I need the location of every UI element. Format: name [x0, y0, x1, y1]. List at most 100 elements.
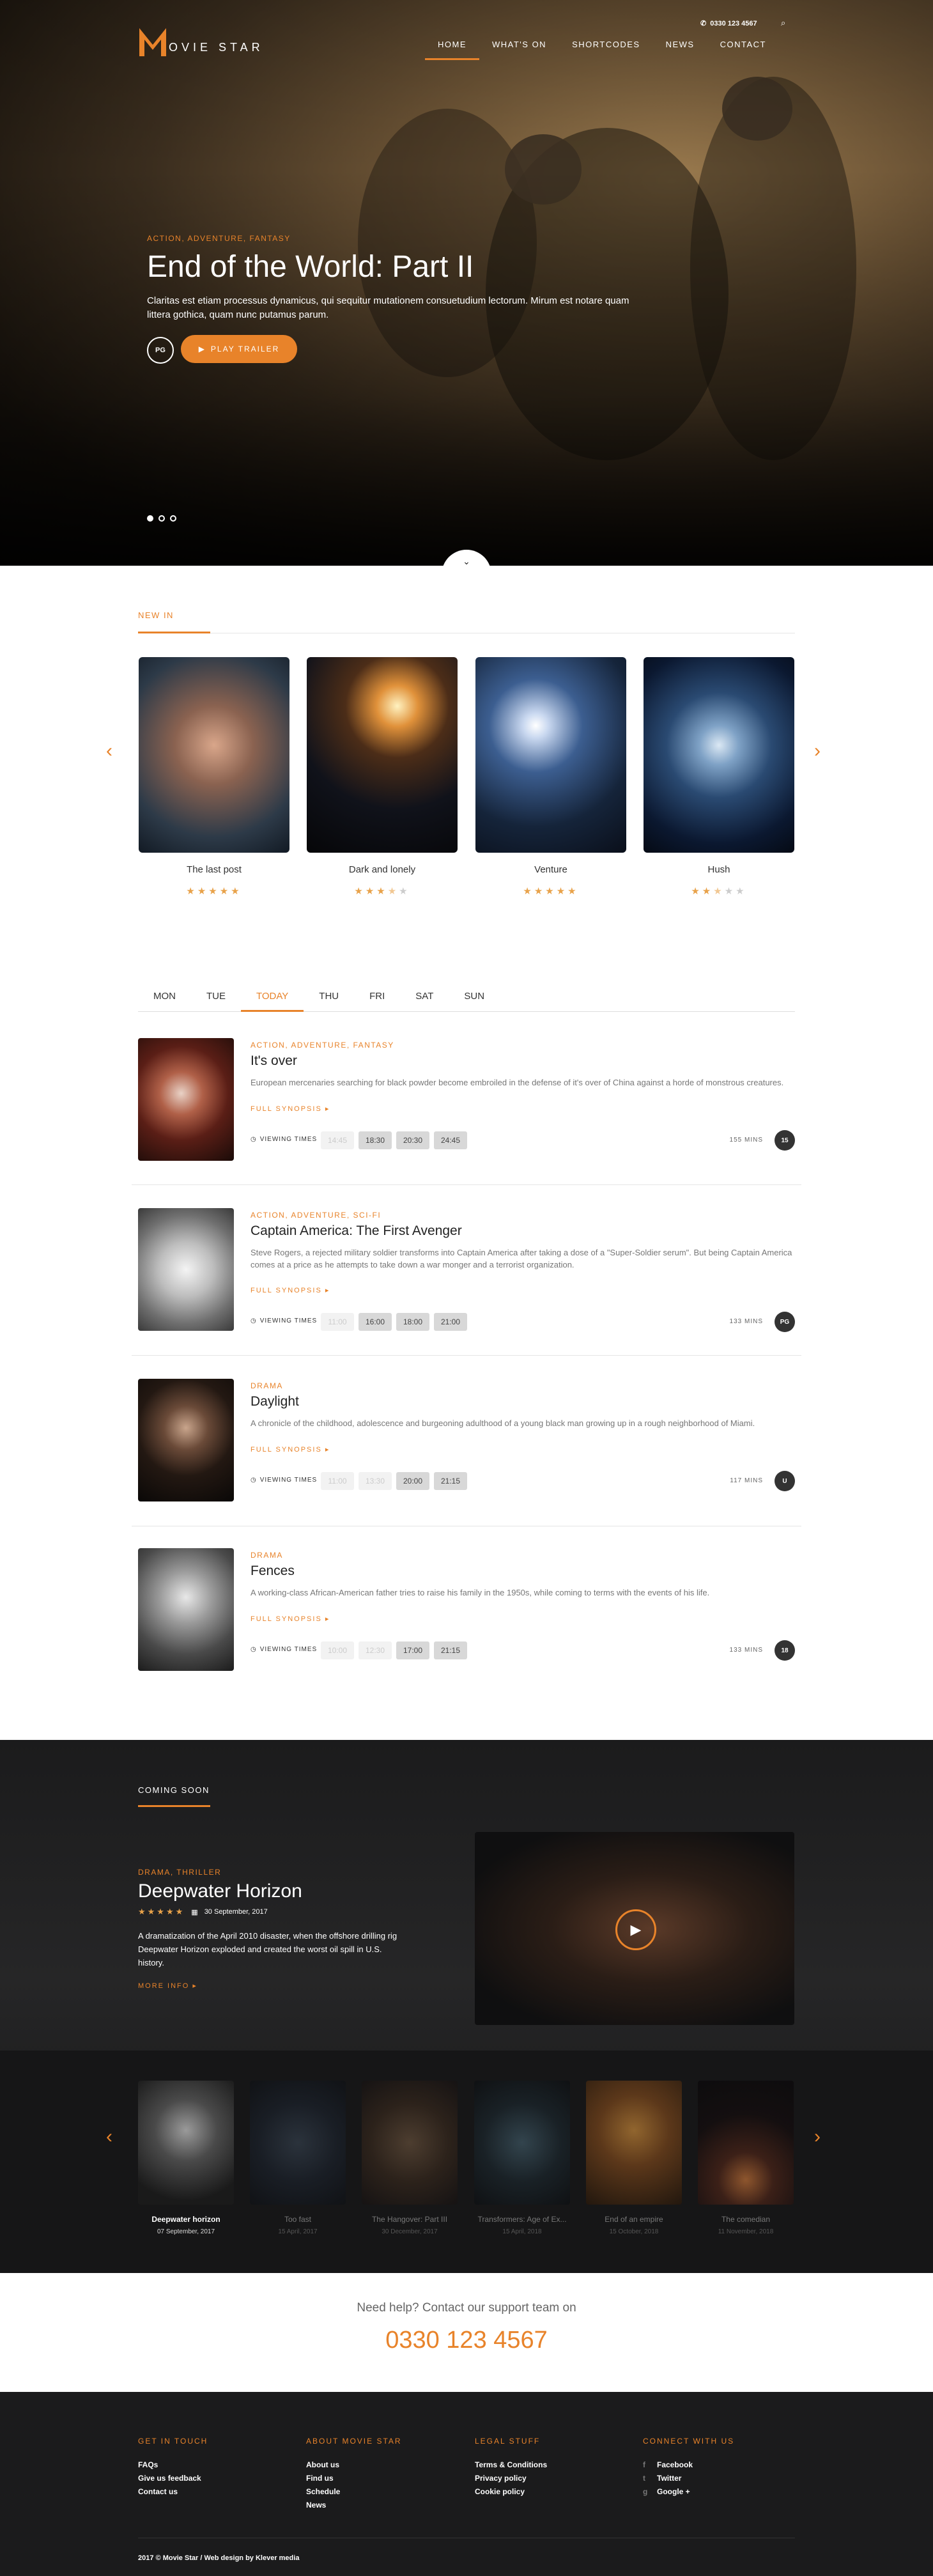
nav-news[interactable]: NEWS [653, 40, 707, 59]
showtime-button[interactable]: 18:00 [396, 1313, 429, 1331]
movie-description: A chronicle of the childhood, adolescenc… [251, 1418, 755, 1428]
header-phone[interactable]: ✆ 0330 123 4567 [700, 19, 757, 28]
movie-poster[interactable] [698, 2081, 794, 2205]
tab-sun[interactable]: SUN [449, 984, 500, 1011]
logo-text: ovie star [169, 41, 264, 54]
more-info-link[interactable]: MORE INFO ▸ [138, 1982, 197, 1990]
movie-poster[interactable] [138, 2081, 234, 2205]
clock-icon: ◷ [251, 1477, 257, 1484]
movie-poster[interactable] [307, 657, 458, 853]
slider-dot[interactable] [158, 515, 165, 522]
play-trailer-button[interactable]: ▶ PLAY TRAILER [181, 335, 297, 363]
showtime-button[interactable]: 18:30 [359, 1131, 392, 1149]
showtime-button[interactable]: 21:15 [434, 1641, 467, 1659]
movie-title[interactable]: Transformers: Age of Ex... [474, 2215, 570, 2224]
movie-title[interactable]: Captain America: The First Avenger [251, 1223, 462, 1239]
chevron-left-icon[interactable]: ‹ [106, 740, 112, 762]
footer-heading: LEGAL STUFF [475, 2437, 541, 2446]
showtime-button[interactable]: 16:00 [359, 1313, 392, 1331]
nav-home[interactable]: HOME [425, 40, 479, 60]
movie-description: European mercenaries searching for black… [251, 1078, 784, 1087]
chevron-right-icon[interactable]: › [814, 2126, 821, 2148]
movie-title[interactable]: Deepwater horizon [138, 2215, 234, 2224]
slider-dot[interactable] [147, 515, 153, 522]
chevron-right-icon[interactable]: › [814, 740, 821, 762]
movie-title[interactable]: Daylight [251, 1394, 299, 1409]
movie-poster[interactable] [362, 2081, 458, 2205]
showtime-button[interactable]: 21:15 [434, 1472, 467, 1490]
footer-link-cookies[interactable]: Cookie policy [475, 2485, 547, 2499]
runtime: 133 MINS [729, 1647, 763, 1654]
movie-poster[interactable] [475, 657, 626, 853]
featured-description: A dramatization of the April 2010 disast… [138, 1931, 397, 1967]
movie-title[interactable]: The Hangover: Part III [362, 2215, 458, 2224]
movie-title[interactable]: The comedian [698, 2215, 794, 2224]
tab-tue[interactable]: TUE [191, 984, 241, 1011]
footer-link-google-plus[interactable]: g Google + [643, 2485, 693, 2499]
movie-title[interactable]: Too fast [250, 2215, 346, 2224]
footer-link-about[interactable]: About us [306, 2458, 340, 2472]
movie-title[interactable]: End of an empire [586, 2215, 682, 2224]
nav-contact[interactable]: CONTACT [707, 40, 779, 59]
star-rating: ★★★★★ [186, 886, 242, 897]
nav-whats-on[interactable]: WHAT'S ON [479, 40, 559, 59]
footer-link-facebook[interactable]: f Facebook [643, 2458, 693, 2472]
movie-thumbnail[interactable] [138, 1208, 234, 1331]
movie-poster[interactable] [644, 657, 794, 853]
release-date: 07 September, 2017 [157, 2228, 215, 2235]
full-synopsis-link[interactable]: FULL SYNOPSIS ▸ [251, 1105, 330, 1113]
clock-icon: ◷ [251, 1317, 257, 1324]
movie-poster[interactable] [474, 2081, 570, 2205]
movie-poster[interactable] [586, 2081, 682, 2205]
tab-fri[interactable]: FRI [354, 984, 400, 1011]
play-icon[interactable]: ▶ [615, 1909, 656, 1950]
trailer-video[interactable]: ▶ [475, 1832, 794, 2025]
movie-title[interactable]: Hush [644, 864, 794, 875]
footer-link-twitter[interactable]: t Twitter [643, 2472, 693, 2485]
footer-link-schedule[interactable]: Schedule [306, 2485, 340, 2499]
tab-thu[interactable]: THU [304, 984, 354, 1011]
footer-link-feedback[interactable]: Give us feedback [138, 2472, 201, 2485]
footer-link-news[interactable]: News [306, 2499, 340, 2512]
footer-link-find-us[interactable]: Find us [306, 2472, 340, 2485]
footer-link-faqs[interactable]: FAQs [138, 2458, 201, 2472]
movie-poster[interactable] [250, 2081, 346, 2205]
showtime-button[interactable]: 20:30 [396, 1131, 429, 1149]
movie-title[interactable]: Fences [251, 1563, 295, 1579]
showtime-button[interactable]: 17:00 [396, 1641, 429, 1659]
tab-today[interactable]: TODAY [241, 984, 304, 1012]
showtime-button[interactable]: 24:45 [434, 1131, 467, 1149]
footer-link-contact[interactable]: Contact us [138, 2485, 201, 2499]
search-icon[interactable]: ⌕ [781, 18, 785, 28]
movie-title[interactable]: Dark and lonely [307, 864, 458, 875]
movie-title[interactable]: It's over [251, 1053, 297, 1069]
footer-link-terms[interactable]: Terms & Conditions [475, 2458, 547, 2472]
tab-mon[interactable]: MON [138, 984, 191, 1011]
featured-title[interactable]: Deepwater Horizon [138, 1881, 302, 1902]
movie-thumbnail[interactable] [138, 1379, 234, 1501]
movie-title[interactable]: Venture [475, 864, 626, 875]
support-phone[interactable]: 0330 123 4567 [0, 2327, 933, 2354]
showtime-past: 10:00 [321, 1641, 354, 1659]
coming-soon-title: COMING SOON [138, 1785, 210, 1795]
footer-link-privacy[interactable]: Privacy policy [475, 2472, 547, 2485]
movie-genre: ACTION, ADVENTURE, SCI-FI [251, 1211, 382, 1220]
slider-dot[interactable] [170, 515, 176, 522]
slider-dots [147, 515, 176, 522]
movie-thumbnail[interactable] [138, 1548, 234, 1671]
tab-sat[interactable]: SAT [400, 984, 449, 1011]
full-synopsis-link[interactable]: FULL SYNOPSIS ▸ [251, 1286, 330, 1294]
full-synopsis-link[interactable]: FULL SYNOPSIS ▸ [251, 1445, 330, 1454]
movie-title[interactable]: The last post [139, 864, 289, 875]
chevron-left-icon[interactable]: ‹ [106, 2126, 112, 2148]
schedule-row: ACTION, ADVENTURE, SCI-FI Captain Americ… [138, 1208, 795, 1336]
logo[interactable]: ovie star [138, 26, 279, 58]
movie-thumbnail[interactable] [138, 1038, 234, 1161]
full-synopsis-link[interactable]: FULL SYNOPSIS ▸ [251, 1615, 330, 1623]
nav-shortcodes[interactable]: SHORTCODES [559, 40, 653, 59]
footer-links: About us Find us Schedule News [306, 2458, 340, 2512]
showtime-button[interactable]: 21:00 [434, 1313, 467, 1331]
showtime-button[interactable]: 20:00 [396, 1472, 429, 1490]
movie-genre: DRAMA [251, 1551, 283, 1560]
movie-poster[interactable] [139, 657, 289, 853]
